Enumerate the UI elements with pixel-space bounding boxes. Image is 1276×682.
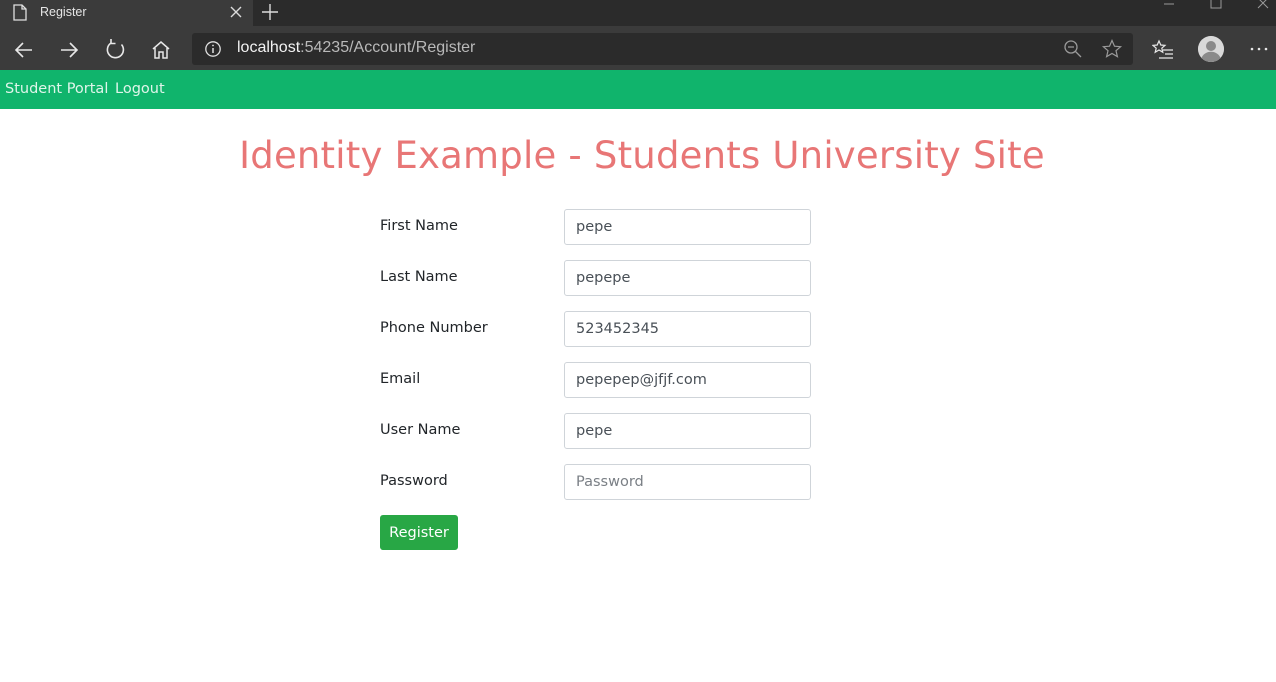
user-name-input[interactable]	[564, 413, 811, 449]
avatar[interactable]	[1198, 36, 1224, 62]
password-input[interactable]	[564, 464, 811, 500]
zoom-out-icon[interactable]	[1063, 39, 1083, 59]
minimize-icon[interactable]	[1146, 0, 1192, 14]
window-close-icon[interactable]	[1240, 0, 1276, 14]
last-name-input[interactable]	[564, 260, 811, 296]
user-name-label: User Name	[380, 422, 461, 438]
app-navbar: Student Portal Logout	[0, 70, 1276, 109]
tab-title: Register	[40, 5, 87, 19]
star-icon[interactable]	[1101, 38, 1123, 60]
last-name-label: Last Name	[380, 269, 458, 285]
first-name-input[interactable]	[564, 209, 811, 245]
home-icon[interactable]	[148, 37, 174, 63]
brand-link[interactable]: Student Portal	[5, 81, 108, 97]
info-icon[interactable]	[204, 40, 222, 58]
logout-link[interactable]: Logout	[115, 81, 165, 97]
refresh-icon[interactable]	[103, 37, 129, 63]
close-icon[interactable]	[229, 4, 243, 20]
browser-tab[interactable]: Register	[0, 0, 253, 26]
page-title: Identity Example - Students University S…	[239, 134, 1045, 177]
more-icon[interactable]	[1248, 38, 1270, 60]
password-label: Password	[380, 473, 448, 489]
phone-number-label: Phone Number	[380, 320, 488, 336]
phone-number-input[interactable]	[564, 311, 811, 347]
avatar-icon	[1198, 36, 1224, 62]
email-label: Email	[380, 371, 421, 387]
email-input[interactable]	[564, 362, 811, 398]
plus-icon[interactable]	[259, 1, 281, 23]
url-host: localhost	[237, 39, 301, 56]
url-path: :54235/Account/Register	[300, 39, 476, 56]
back-arrow-icon[interactable]	[11, 37, 37, 63]
register-button[interactable]: Register	[380, 515, 458, 550]
favorites-icon[interactable]	[1152, 38, 1174, 60]
maximize-icon[interactable]	[1193, 0, 1239, 14]
forward-arrow-icon[interactable]	[56, 37, 82, 63]
url-text[interactable]: localhost:54235/Account/Register	[237, 39, 475, 57]
page-icon	[13, 4, 27, 21]
tab-strip: Register	[0, 0, 1276, 26]
first-name-label: First Name	[380, 218, 458, 234]
